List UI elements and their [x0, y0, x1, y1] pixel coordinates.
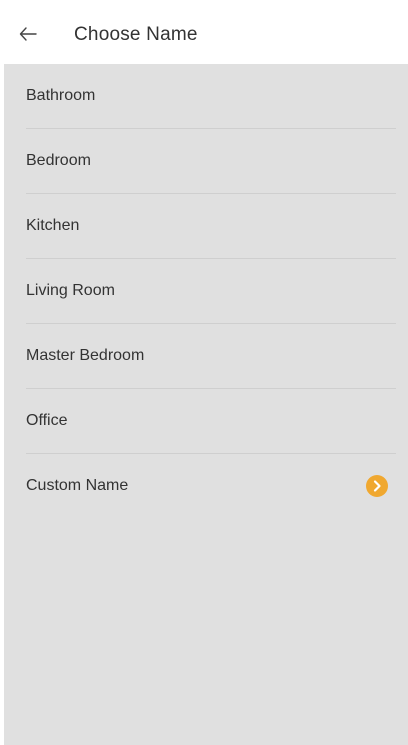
page-title: Choose Name — [74, 24, 198, 45]
list-item-label: Office — [26, 412, 68, 429]
back-button[interactable] — [14, 22, 42, 50]
list-item-label: Living Room — [26, 282, 115, 299]
list-item-office[interactable]: Office — [26, 389, 396, 454]
list-item-kitchen[interactable]: Kitchen — [26, 194, 396, 259]
list-item-label: Bathroom — [26, 87, 96, 104]
arrow-left-icon — [19, 26, 37, 46]
list-item-master-bedroom[interactable]: Master Bedroom — [26, 324, 396, 389]
list-item-label: Kitchen — [26, 217, 80, 234]
list-item-living-room[interactable]: Living Room — [26, 259, 396, 324]
list-item-bedroom[interactable]: Bedroom — [26, 129, 396, 194]
list-item-label: Custom Name — [26, 477, 129, 494]
list-item-label: Bedroom — [26, 152, 91, 169]
chevron-right-circle-icon[interactable] — [366, 475, 388, 497]
header-bar: Choose Name — [0, 0, 408, 64]
list-item-label: Master Bedroom — [26, 347, 145, 364]
list-item-custom-name[interactable]: Custom Name — [26, 454, 396, 518]
room-name-list: Bathroom Bedroom Kitchen Living Room Mas… — [4, 64, 408, 745]
list-item-bathroom[interactable]: Bathroom — [26, 64, 396, 129]
app-screen: Choose Name Bathroom Bedroom Kitchen Liv… — [0, 0, 408, 745]
